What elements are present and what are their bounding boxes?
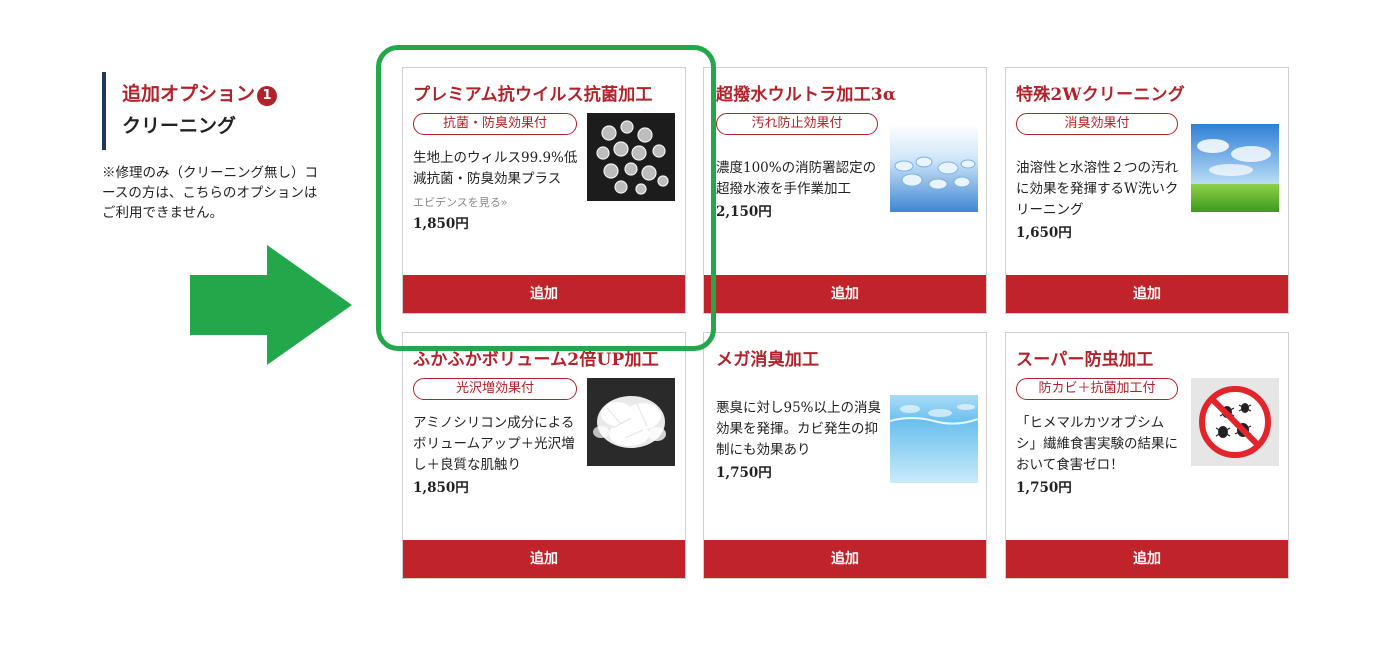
section-header: 追加オプション 1 クリーニング: [102, 72, 302, 150]
virus-microscope-image: [587, 113, 675, 201]
down-feather-image: [587, 378, 675, 466]
option-card-volume-up: ふかふかボリューム2倍UP加工 光沢増効果付 アミノシリコン成分によるボリューム…: [402, 332, 686, 579]
add-button[interactable]: 追加: [403, 275, 685, 313]
option-description-text: 悪臭に対し95%以上の消臭効果を発揮。カビ発生の抑制にも効果あり: [716, 400, 882, 458]
option-title: 特殊2Wクリーニング: [1016, 85, 1185, 105]
arrow-right-icon: [190, 245, 352, 365]
option-card-mega-deodorize: メガ消臭加工 悪臭に対し95%以上の消臭効果を発揮。カビ発生の抑制にも効果あり …: [703, 332, 987, 579]
option-card-2w-cleaning: 特殊2Wクリーニング 消臭効果付 油溶性と水溶性２つの汚れに効果を発揮するW洗い…: [1005, 67, 1289, 314]
section-subtitle: クリーニング: [122, 115, 237, 137]
option-price: 2,150円: [716, 204, 772, 220]
water-surface-image: [890, 395, 978, 483]
option-description-text: 生地上のウィルス99.9%低減抗菌・防臭効果プラス: [413, 150, 578, 187]
section-note: ※修理のみ（クリーニング無し）コースの方は、こちらのオプションはご利用できません…: [102, 165, 318, 221]
option-description-text: アミノシリコン成分によるボリュームアップ＋光沢増し＋良質な肌触り: [413, 415, 575, 473]
add-button[interactable]: 追加: [704, 540, 986, 578]
section-title: 追加オプション 1: [122, 82, 302, 106]
option-price: 1,650円: [1016, 225, 1072, 241]
option-badge: 防カビ＋抗菌加工付: [1016, 378, 1178, 400]
option-price: 1,850円: [413, 480, 469, 496]
add-button[interactable]: 追加: [1006, 540, 1288, 578]
option-price: 1,850円: [413, 216, 469, 232]
option-card-antivirus: プレミアム抗ウイルス抗菌加工 抗菌・防臭効果付 生地上のウィルス99.9%低減抗…: [402, 67, 686, 314]
option-price: 1,750円: [716, 465, 772, 481]
option-title: スーパー防虫加工: [1016, 350, 1154, 370]
add-button[interactable]: 追加: [1006, 275, 1288, 313]
sky-grass-image: [1191, 124, 1279, 212]
option-description: 悪臭に対し95%以上の消臭効果を発揮。カビ発生の抑制にも効果あり 1,750円: [716, 398, 881, 483]
option-description: 濃度100%の消防署認定の超撥水液を手作業加工 2,150円: [716, 158, 881, 222]
option-title: ふかふかボリューム2倍UP加工: [413, 350, 659, 370]
option-description-text: 「ヒメマルカツオブシムシ」繊維食害実験の結果において食害ゼロ！: [1016, 415, 1178, 473]
add-button[interactable]: 追加: [704, 275, 986, 313]
option-badge: 汚れ防止効果付: [716, 113, 878, 135]
option-description: アミノシリコン成分によるボリュームアップ＋光沢増し＋良質な肌触り 1,850円: [413, 413, 578, 498]
option-badge: 光沢増効果付: [413, 378, 577, 400]
option-description: 「ヒメマルカツオブシムシ」繊維食害実験の結果において食害ゼロ！ 1,750円: [1016, 413, 1181, 498]
option-description-text: 濃度100%の消防署認定の超撥水液を手作業加工: [716, 160, 877, 197]
option-description: 油溶性と水溶性２つの汚れに効果を発揮するW洗いクリーニング 1,650円: [1016, 158, 1181, 243]
option-description: 生地上のウィルス99.9%低減抗菌・防臭効果プラス エビデンスを見る» 1,85…: [413, 148, 578, 234]
section-title-text: 追加オプション: [122, 83, 256, 105]
option-title: プレミアム抗ウイルス抗菌加工: [413, 85, 653, 105]
no-bugs-icon: [1191, 378, 1279, 466]
add-button[interactable]: 追加: [403, 540, 685, 578]
section-number-badge: 1: [257, 86, 278, 106]
option-description-text: 油溶性と水溶性２つの汚れに効果を発揮するW洗いクリーニング: [1016, 160, 1179, 218]
option-card-water-repellent: 超撥水ウルトラ加工3α 汚れ防止効果付 濃度100%の消防署認定の超撥水液を手作…: [703, 67, 987, 314]
evidence-link[interactable]: エビデンスを見る»: [413, 194, 578, 212]
option-badge: 消臭効果付: [1016, 113, 1178, 135]
option-title: 超撥水ウルトラ加工3α: [716, 85, 897, 105]
water-droplets-image: [890, 124, 978, 212]
option-badge: 抗菌・防臭効果付: [413, 113, 577, 135]
option-card-insect-proof: スーパー防虫加工 防カビ＋抗菌加工付 「ヒメマルカツオブシムシ」繊維食害実験の結…: [1005, 332, 1289, 579]
option-price: 1,750円: [1016, 480, 1072, 496]
option-title: メガ消臭加工: [716, 350, 820, 370]
